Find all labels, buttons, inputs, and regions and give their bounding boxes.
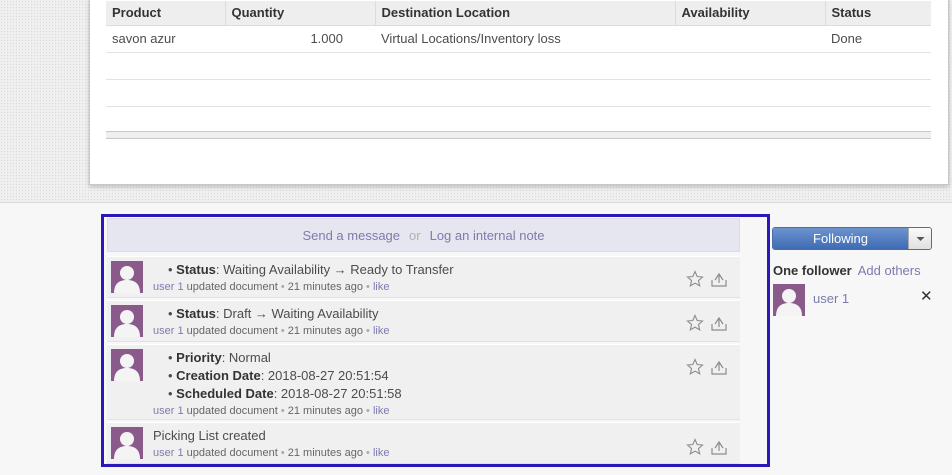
star-icon[interactable] xyxy=(686,314,704,332)
tracking-field-label: Status xyxy=(176,306,216,321)
like-link[interactable]: like xyxy=(373,325,390,337)
message-body: Picking List created xyxy=(153,427,266,445)
avatar-icon[interactable] xyxy=(111,349,143,381)
reply-icon[interactable] xyxy=(710,270,728,288)
cell-availability xyxy=(675,25,825,53)
column-header-status[interactable]: Status xyxy=(824,1,931,26)
message-action: updated document xyxy=(186,405,278,417)
message-body: • Priority: Normal • Creation Date: 2018… xyxy=(153,349,402,403)
tracking-field-value: : Draft → Waiting Availability xyxy=(215,306,379,321)
message-item: • Status: Draft → Waiting Availability u… xyxy=(107,300,740,342)
message-meta: user 1 updated document • 21 minutes ago… xyxy=(153,405,390,417)
column-header-destination[interactable]: Destination Location xyxy=(374,1,675,26)
add-followers-link[interactable]: Add others xyxy=(858,263,921,278)
message-body: • Status: Waiting Availability → Ready t… xyxy=(153,261,454,279)
message-item: • Priority: Normal • Creation Date: 2018… xyxy=(107,344,740,420)
avatar-icon[interactable] xyxy=(111,261,143,293)
form-sheet: Product Quantity Destination Location Av… xyxy=(89,0,949,185)
message-meta: user 1 updated document • 21 minutes ago… xyxy=(153,325,390,337)
cell-product: savon azur xyxy=(106,25,225,53)
author-link[interactable]: user 1 xyxy=(153,281,184,293)
message-action: updated document xyxy=(186,447,278,459)
author-link[interactable]: user 1 xyxy=(153,325,184,337)
close-icon[interactable]: ✕ xyxy=(920,289,933,305)
reply-icon[interactable] xyxy=(710,358,728,376)
message-text: Picking List created xyxy=(153,428,266,443)
table-footer xyxy=(106,131,931,139)
empty-row xyxy=(106,106,931,134)
star-icon[interactable] xyxy=(686,358,704,376)
message-action: updated document xyxy=(186,325,278,337)
message-action: updated document xyxy=(186,281,278,293)
chatter-thread: Send a message or Log an internal note • S… xyxy=(101,214,770,467)
avatar-icon[interactable] xyxy=(111,305,143,337)
message-time: 21 minutes ago xyxy=(287,447,363,459)
message-time: 21 minutes ago xyxy=(287,325,363,337)
following-button-group: Following xyxy=(772,227,932,250)
tracking-field-label: Scheduled Date xyxy=(176,386,274,401)
empty-row xyxy=(106,79,931,107)
follower-name-link[interactable]: user 1 xyxy=(813,291,849,306)
column-header-availability[interactable]: Availability xyxy=(674,1,825,26)
author-link[interactable]: user 1 xyxy=(153,405,184,417)
message-time: 21 minutes ago xyxy=(287,405,363,417)
followers-header: One follower Add others xyxy=(773,263,921,278)
cell-destination: Virtual Locations/Inventory loss xyxy=(375,25,675,53)
reply-icon[interactable] xyxy=(710,314,728,332)
message-meta: user 1 updated document • 21 minutes ago… xyxy=(153,447,390,459)
star-icon[interactable] xyxy=(686,270,704,288)
star-icon[interactable] xyxy=(686,438,704,456)
following-button[interactable]: Following xyxy=(773,228,908,249)
chevron-down-icon[interactable] xyxy=(908,228,931,249)
log-note-link[interactable]: Log an internal note xyxy=(430,228,545,243)
tracking-field-value: : 2018-08-27 20:51:54 xyxy=(260,368,389,383)
cell-quantity: 1.000 xyxy=(225,25,375,53)
message-body: • Status: Draft → Waiting Availability xyxy=(153,305,378,323)
empty-row xyxy=(106,52,931,80)
table-header-row: Product Quantity Destination Location Av… xyxy=(106,1,931,26)
like-link[interactable]: like xyxy=(373,447,390,459)
tracking-field-label: Creation Date xyxy=(176,368,261,383)
cell-status: Done xyxy=(825,25,931,53)
tracking-line: • Scheduled Date: 2018-08-27 20:51:58 xyxy=(168,386,402,401)
reply-icon[interactable] xyxy=(710,438,728,456)
stock-moves-table: Product Quantity Destination Location Av… xyxy=(106,1,931,134)
message-meta: user 1 updated document • 21 minutes ago… xyxy=(153,281,390,293)
tracking-field-value: : 2018-08-27 20:51:58 xyxy=(273,386,402,401)
author-link[interactable]: user 1 xyxy=(153,447,184,459)
tracking-line: • Creation Date: 2018-08-27 20:51:54 xyxy=(168,368,389,383)
tracking-field-label: Status xyxy=(176,262,216,277)
like-link[interactable]: like xyxy=(373,281,390,293)
tracking-field-value: : Normal xyxy=(221,350,271,365)
send-message-link[interactable]: Send a message xyxy=(302,228,400,243)
message-item: Picking List created user 1 updated docu… xyxy=(107,422,740,464)
tracking-field-label: Priority xyxy=(176,350,222,365)
tracking-line: • Priority: Normal xyxy=(168,350,271,365)
follower-count: One follower xyxy=(773,263,852,278)
tracking-field-value: : Waiting Availability → Ready to Transf… xyxy=(215,262,454,277)
tracking-line: • Status: Draft → Waiting Availability xyxy=(168,306,379,321)
form-background: Product Quantity Destination Location Av… xyxy=(0,0,952,203)
tracking-line: • Status: Waiting Availability → Ready t… xyxy=(168,262,454,277)
like-link[interactable]: like xyxy=(373,405,390,417)
avatar-icon[interactable] xyxy=(773,284,805,316)
column-header-product[interactable]: Product xyxy=(106,1,225,26)
message-item: • Status: Waiting Availability → Ready t… xyxy=(107,256,740,298)
table-row[interactable]: savon azur 1.000 Virtual Locations/Inven… xyxy=(106,25,931,53)
message-time: 21 minutes ago xyxy=(287,281,363,293)
compose-or-label: or xyxy=(409,228,421,243)
column-header-quantity[interactable]: Quantity xyxy=(224,1,375,26)
compose-bar: Send a message or Log an internal note xyxy=(107,218,740,252)
avatar-icon[interactable] xyxy=(111,427,143,459)
